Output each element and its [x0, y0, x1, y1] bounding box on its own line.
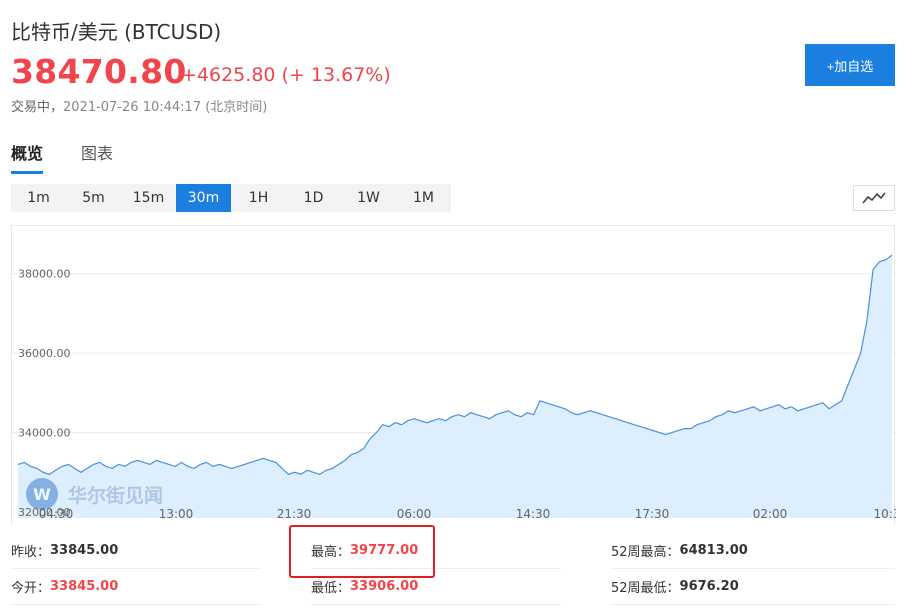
timestamp: 2021-07-26 10:44:17 (北京时间): [63, 100, 268, 115]
stat-label: 最低：: [311, 581, 351, 596]
tab-bar: 概览 图表: [11, 140, 113, 174]
stat-value: 9676.20: [679, 579, 739, 594]
stat-value: 33845.00: [50, 579, 119, 594]
interval-30m[interactable]: 30m: [176, 184, 231, 212]
stat-label: 52周最高：: [611, 545, 680, 560]
stat-label: 52周最低：: [611, 581, 680, 596]
interval-1m[interactable]: 1m: [11, 184, 66, 212]
stat-52w-high: 52周最高： 64813.00: [611, 533, 895, 569]
tab-chart[interactable]: 图表: [81, 140, 113, 174]
price-chart[interactable]: 32000.00 34000.00 36000.00 38000.00 04:30 13:…: [11, 225, 896, 525]
x-tick-label: 13:00: [159, 507, 194, 521]
watermark-icon-glyph: W: [33, 485, 51, 504]
interval-1h[interactable]: 1H: [231, 184, 286, 212]
interval-selector: 1m 5m 15m 30m 1H 1D 1W 1M: [11, 184, 451, 212]
add-to-watchlist-button[interactable]: +加自选: [805, 44, 895, 86]
stat-label: 今开：: [11, 581, 51, 596]
y-tick-label: 38000.00: [18, 268, 71, 281]
stat-value: 64813.00: [679, 543, 748, 558]
price-change: +4625.80 (+ 13.67%): [181, 64, 391, 86]
y-tick-label: 34000.00: [18, 427, 71, 440]
stat-prev-close: 昨收： 33845.00: [11, 533, 261, 569]
highlight-box: [289, 525, 435, 578]
line-chart-icon: [862, 192, 886, 204]
interval-5m[interactable]: 5m: [66, 184, 121, 212]
x-tick-label: 17:30: [635, 507, 670, 521]
interval-1d[interactable]: 1D: [286, 184, 341, 212]
watermark-text: 华尔街见闻: [68, 484, 163, 507]
current-price: 38470.80: [11, 52, 187, 91]
x-tick-label: 10:3: [874, 507, 896, 521]
price-area: [18, 255, 892, 518]
stat-value: 33845.00: [50, 543, 119, 558]
x-tick-label: 21:30: [277, 507, 312, 521]
price-chart-svg: 32000.0034000.0036000.0038000.0004:30 13:…: [12, 254, 896, 521]
stat-value: 33906.00: [350, 579, 419, 594]
chart-type-button[interactable]: [853, 185, 895, 211]
interval-15m[interactable]: 15m: [121, 184, 176, 212]
x-tick-label: 14:30: [516, 507, 551, 521]
y-tick-label: 36000.00: [18, 347, 71, 360]
stats-panel: 昨收： 33845.00 今开： 33845.00 最高： 39777.00 最低： 3…: [11, 533, 895, 609]
tab-overview[interactable]: 概览: [11, 140, 44, 174]
stat-label: 昨收：: [11, 545, 51, 560]
stat-open: 今开： 33845.00: [11, 569, 261, 605]
interval-1w[interactable]: 1W: [341, 184, 396, 212]
x-tick-label: 06:00: [397, 507, 432, 521]
status-label: 交易中，: [11, 100, 64, 115]
x-tick-label: 02:00: [753, 507, 788, 521]
interval-1mo[interactable]: 1M: [396, 184, 451, 212]
trading-status: 交易中，2021-07-26 10:44:17 (北京时间): [11, 96, 267, 115]
stat-52w-low: 52周最低： 9676.20: [611, 569, 895, 605]
page-title: 比特币/美元 (BTCUSD): [11, 20, 222, 44]
